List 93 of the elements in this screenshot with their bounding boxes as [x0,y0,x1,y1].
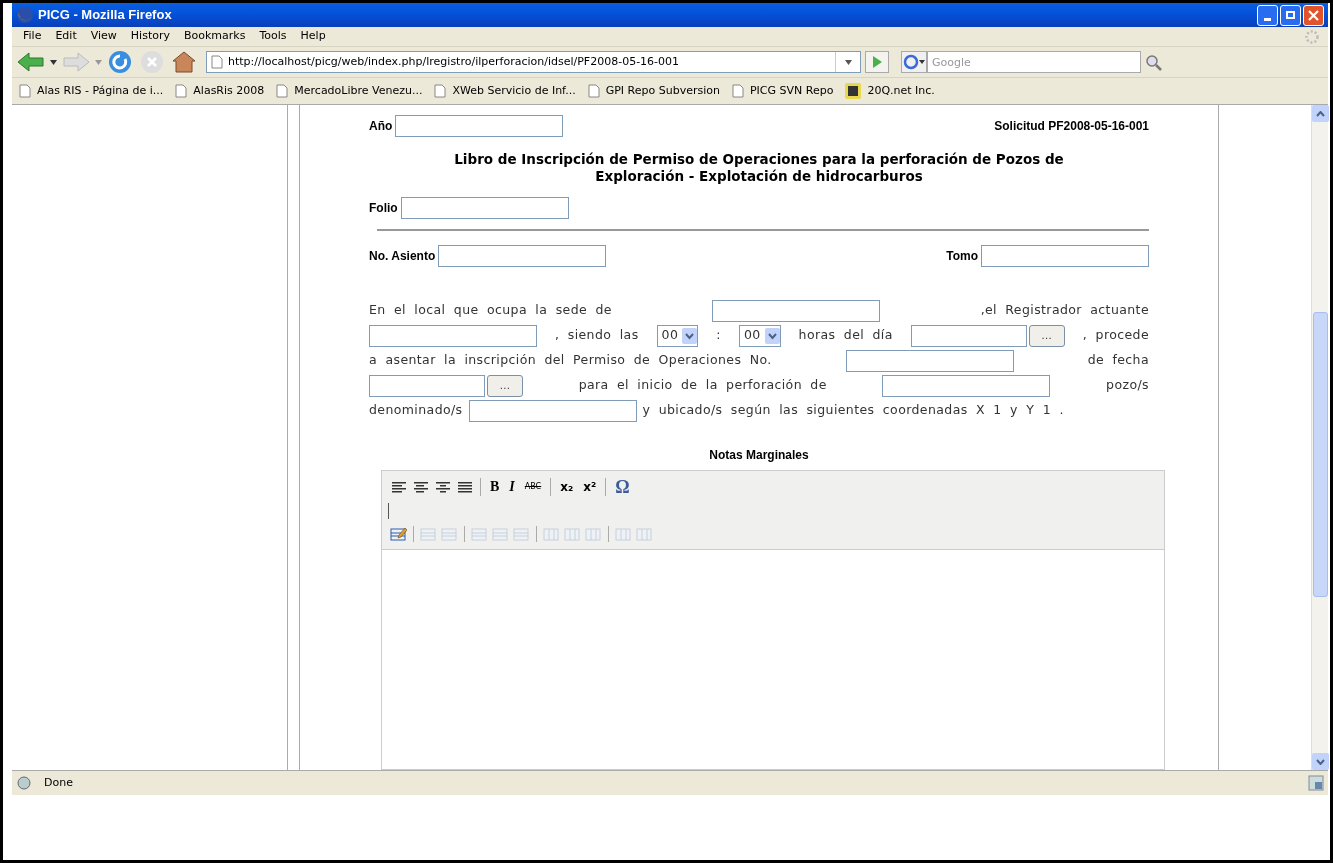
menu-item[interactable]: File [16,28,49,45]
form-text: , procede [1082,326,1149,345]
bookmark-item[interactable]: Alas RIS - Página de i... [16,82,167,100]
bookmark-item[interactable]: MercadoLibre Venezu... [273,82,426,100]
menu-item[interactable]: Bookmarks [177,28,253,45]
section-title: Notas Marginales [708,447,810,464]
text-field[interactable] [712,299,881,322]
scroll-up-icon[interactable] [1311,105,1329,122]
close-icon [1308,9,1319,21]
seat-field[interactable] [438,245,607,267]
page-icon [211,55,223,69]
hour-select[interactable]: 00 [656,324,699,347]
dropdown-icon [682,327,698,344]
form-text: , siendo las [555,326,639,345]
form-text: pozo/s [1106,376,1149,395]
bookmark-item[interactable]: PICG SVN Repo [728,82,837,100]
reload-icon[interactable] [106,49,134,75]
page-icon [731,84,744,98]
date-picker-button[interactable]: ... [1028,324,1065,347]
text-field[interactable] [468,399,637,422]
form-text: denominado/s [369,401,463,420]
date-picker-button[interactable]: ... [487,374,523,397]
resize-grip-icon[interactable] [1308,775,1324,791]
form-text: y ubicado/s según las siguientes coordenadas X 1 y Y 1 . [642,401,1064,420]
toolbar-button[interactable]: x² [578,481,602,493]
field-label: Año [369,118,393,135]
menu-item[interactable]: View [83,28,124,45]
status-icon [16,775,32,791]
align-center-icon[interactable] [414,481,428,493]
address-bar[interactable]: http://localhost/picg/web/index.php/lregistro/ilperforacion/idsel/PF2008-05-16-001 [206,51,861,73]
toolbar-button[interactable]: B [485,480,505,494]
menu-item[interactable]: Tools [252,28,294,45]
firefox-logo-icon [16,6,34,24]
restore-button[interactable] [1280,4,1301,26]
field-label: Tomo [946,248,978,265]
bookmark-item[interactable]: GPI Repo Subversion [584,82,723,100]
request-number: Solicitud PF2008-05-16-001 [994,118,1149,135]
align-justify-icon[interactable] [458,481,472,493]
toolbar-button[interactable]: Ω [610,478,635,496]
url-text: http://localhost/picg/web/index.php/lregistro/ilperforacion/idsel/PF2008-05-16-001 [228,53,680,70]
toolbar-separator [388,503,389,519]
throbber-icon [1304,28,1320,45]
year-field[interactable] [395,115,564,137]
bookmark-item[interactable]: AlasRis 2008 [172,82,268,100]
bookmark-item[interactable]: 20Q.net Inc. [842,82,938,100]
page-icon [434,84,447,98]
text-field[interactable] [845,349,1014,372]
form-text: de fecha [1087,351,1149,370]
close-button[interactable] [1303,4,1324,26]
form-text: a asentar la inscripción del Permiso de Operaciones No. [369,351,772,370]
search-field[interactable]: Google [927,51,1141,73]
page-icon [587,84,600,98]
form-text: horas del día [798,326,893,345]
menu-item[interactable]: Edit [48,28,84,45]
form-text: para el inicio de la perforación de [578,376,827,395]
home-icon[interactable] [170,49,198,75]
toolbar-button[interactable]: ABC [519,483,547,491]
form-text: : [716,326,721,345]
field-label: Folio [369,200,398,217]
menu-item[interactable]: History [123,28,177,45]
hour-select[interactable]: 00 [738,324,781,347]
minimize-button[interactable] [1257,4,1278,26]
search-engine-icon[interactable] [901,51,927,73]
dropdown-icon[interactable] [845,59,852,65]
toolbar-button[interactable]: I [504,480,520,494]
bookmark-item[interactable]: XWeb Servicio de Inf... [431,82,579,100]
align-left-icon[interactable] [392,481,406,493]
status-text: Done [44,774,73,791]
form-title: Libro de Inscripción de Permiso de Operaciones para la perforación de Pozos de Exploración - Explotación de hidrocarburos [453,151,1065,185]
form-text: ,el Registrador actuante [980,301,1149,320]
page-icon [276,84,289,98]
page-icon [175,84,188,98]
page-icon [19,84,31,98]
table-edit-icon[interactable] [390,526,407,542]
text-field[interactable] [882,374,1051,397]
rich-text-editor[interactable]: B I ABC x₂ x² Ω [381,470,1165,770]
scroll-thumb[interactable] [1312,312,1328,597]
dropdown-icon [764,327,780,344]
window-title: PICG - Mozilla Firefox [38,6,172,25]
text-field[interactable] [369,324,537,347]
form-text: En el local que ocupa la sede de [369,301,612,320]
site-icon [845,83,862,99]
volume-field[interactable] [981,245,1149,267]
dropdown-icon[interactable] [50,59,57,65]
scrollbar[interactable] [1311,105,1328,770]
text-field[interactable] [369,374,485,397]
scroll-down-icon[interactable] [1311,753,1329,770]
text-field[interactable] [910,324,1027,347]
field-label: No. Asiento [369,248,436,265]
toolbar-button[interactable]: x₂ [555,481,579,493]
menu-item[interactable]: Help [293,28,333,45]
align-right-icon[interactable] [436,481,450,493]
folio-field[interactable] [400,197,569,219]
